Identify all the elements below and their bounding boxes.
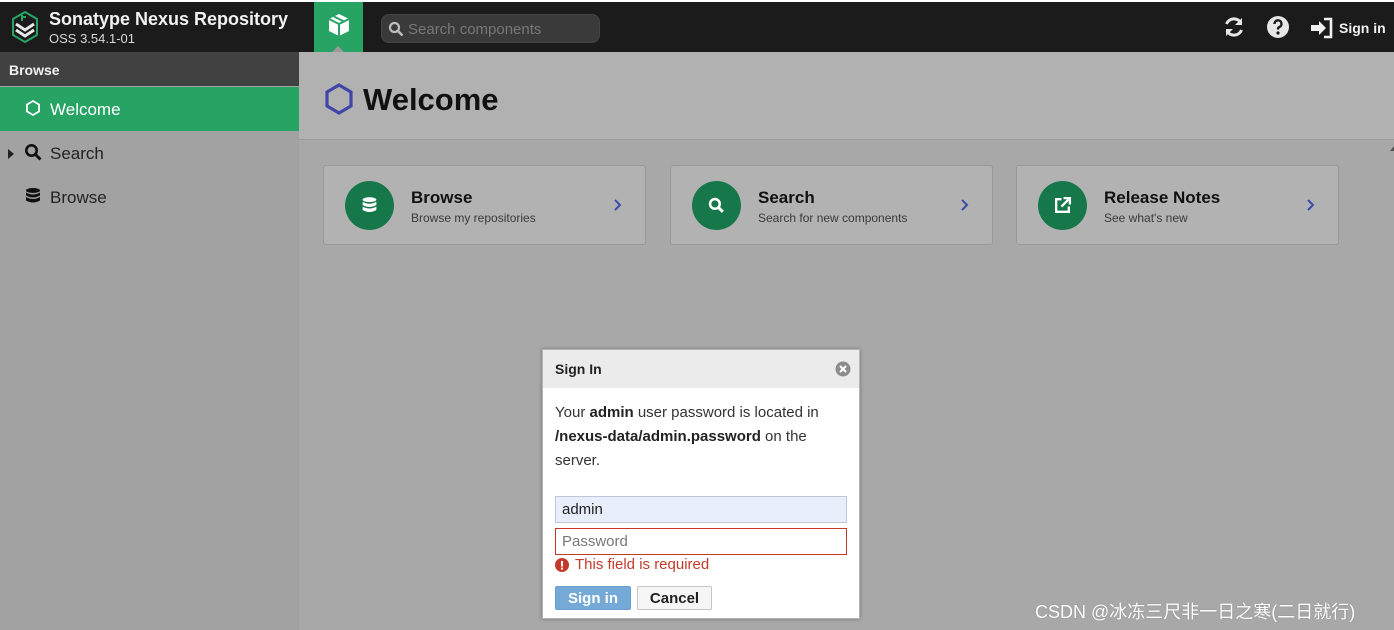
card-subtitle: Browse my repositories xyxy=(411,211,536,225)
username-field[interactable] xyxy=(555,496,847,523)
admin-username-text: admin xyxy=(589,404,634,421)
sidebar-item-welcome[interactable]: Welcome xyxy=(0,87,299,131)
release-notes-card[interactable]: Release Notes See what's new xyxy=(1016,165,1339,245)
password-file-path: /nexus-data/admin.password xyxy=(555,428,761,445)
password-field[interactable] xyxy=(555,528,847,555)
chevron-right-icon xyxy=(961,199,969,211)
card-icon-circle xyxy=(345,181,394,230)
sidebar-section-title: Browse xyxy=(0,52,299,86)
database-icon xyxy=(362,197,377,212)
sidebar-item-label: Welcome xyxy=(50,100,121,119)
close-icon[interactable] xyxy=(835,361,851,377)
sidebar-item-search[interactable]: Search xyxy=(0,131,299,175)
card-subtitle: Search for new components xyxy=(758,211,908,225)
csdn-watermark: CSDN @冰冻三尺非一日之寒(二日就行) xyxy=(1035,602,1356,622)
sign-in-label: Sign in xyxy=(1339,20,1386,36)
search-card[interactable]: Search Search for new components xyxy=(670,165,993,245)
dialog-header: Sign In xyxy=(543,350,859,388)
search-icon xyxy=(708,197,724,213)
refresh-icon[interactable] xyxy=(1221,14,1247,40)
hexagon-icon xyxy=(26,99,40,117)
card-subtitle: See what's new xyxy=(1104,211,1188,225)
error-icon xyxy=(555,558,569,572)
expand-arrow-icon[interactable] xyxy=(8,149,14,159)
browse-card[interactable]: Browse Browse my repositories xyxy=(323,165,646,245)
cancel-button[interactable]: Cancel xyxy=(637,586,712,610)
sign-in-dialog: Sign In Your admin user password is loca… xyxy=(542,349,860,619)
database-icon xyxy=(26,188,40,203)
app-version: OSS 3.54.1-01 xyxy=(49,31,135,46)
sidebar: Browse Welcome Search Browse xyxy=(0,52,299,630)
dialog-title: Sign In xyxy=(555,361,602,377)
sidebar-item-browse[interactable]: Browse xyxy=(0,175,299,219)
sidebar-item-label: Search xyxy=(50,144,104,163)
browse-mode-button[interactable] xyxy=(314,2,363,52)
card-title: Release Notes xyxy=(1104,188,1221,207)
dialog-message: Your admin user password is located in /… xyxy=(555,404,819,469)
chevron-right-icon xyxy=(1307,199,1315,211)
nexus-logo-icon xyxy=(12,10,38,44)
sign-in-icon xyxy=(1311,17,1333,39)
cube-icon xyxy=(328,14,350,36)
chevron-right-icon xyxy=(614,199,622,211)
help-icon[interactable] xyxy=(1265,14,1291,40)
card-icon-circle xyxy=(692,181,741,230)
sidebar-item-label: Browse xyxy=(50,188,107,207)
search-components-input[interactable] xyxy=(408,18,593,40)
search-components-box[interactable] xyxy=(381,14,600,43)
hexagon-icon xyxy=(325,83,353,115)
page-title: Welcome xyxy=(363,82,499,117)
external-link-icon xyxy=(1055,196,1072,213)
sign-in-button[interactable]: Sign in xyxy=(555,586,631,610)
search-icon xyxy=(388,21,404,37)
page-header: Welcome xyxy=(299,52,1394,140)
scroll-up-icon[interactable] xyxy=(1390,146,1394,151)
card-title: Browse xyxy=(411,188,473,207)
search-icon xyxy=(25,144,42,161)
app-title: Sonatype Nexus Repository xyxy=(49,9,289,29)
error-text: This field is required xyxy=(575,556,710,573)
card-icon-circle xyxy=(1038,181,1087,230)
card-title: Search xyxy=(758,188,815,207)
top-bar: Sonatype Nexus Repository OSS 3.54.1-01 … xyxy=(0,0,1394,52)
